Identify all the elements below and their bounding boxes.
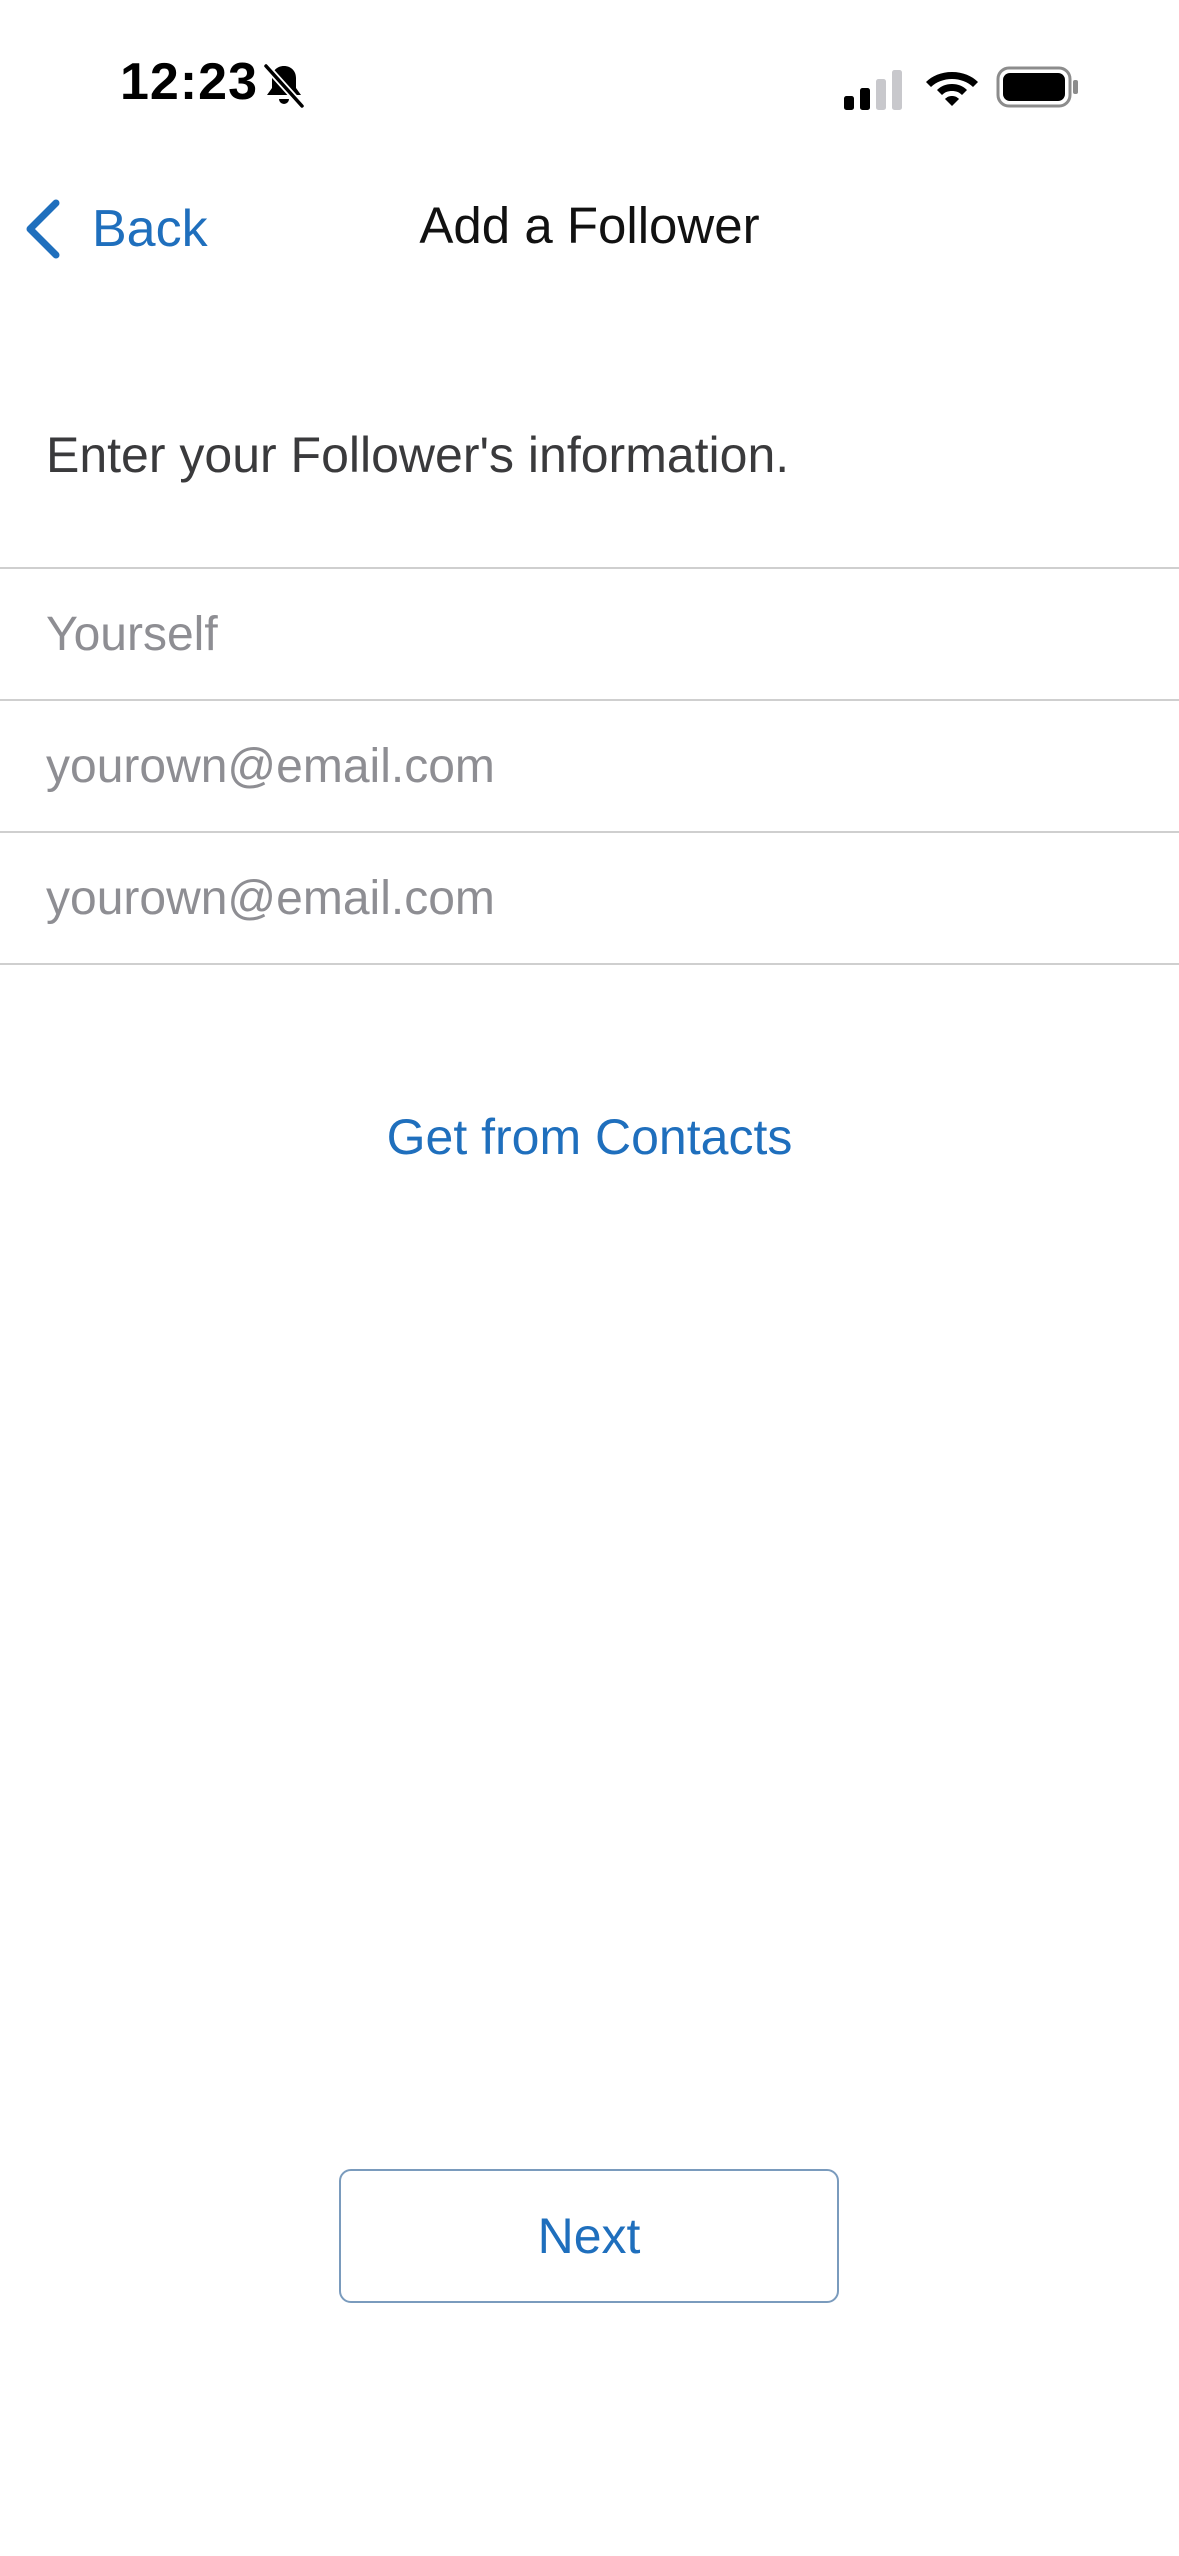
- status-bar: 12:23: [0, 0, 1179, 170]
- battery-icon: [996, 66, 1078, 108]
- confirm-email-field[interactable]: [46, 870, 1136, 926]
- status-time: 12:23: [120, 53, 258, 111]
- email-field[interactable]: [46, 738, 1136, 794]
- follower-form: [0, 567, 1179, 965]
- confirm-email-row: [0, 833, 1179, 965]
- page-title: Add a Follower: [419, 197, 760, 254]
- next-button[interactable]: Next: [339, 2169, 839, 2303]
- cellular-signal-icon: [844, 70, 902, 110]
- email-row: [0, 701, 1179, 833]
- instructions-text: Enter your Follower's information.: [46, 427, 790, 483]
- name-field[interactable]: [46, 606, 1136, 662]
- name-row: [0, 569, 1179, 701]
- get-from-contacts-button[interactable]: Get from Contacts: [0, 1108, 1179, 1166]
- wifi-icon: [926, 72, 978, 106]
- next-label: Next: [537, 2208, 641, 2264]
- bell-slash-icon: [262, 62, 306, 110]
- navigation-bar: Back Add a Follower: [0, 170, 1179, 285]
